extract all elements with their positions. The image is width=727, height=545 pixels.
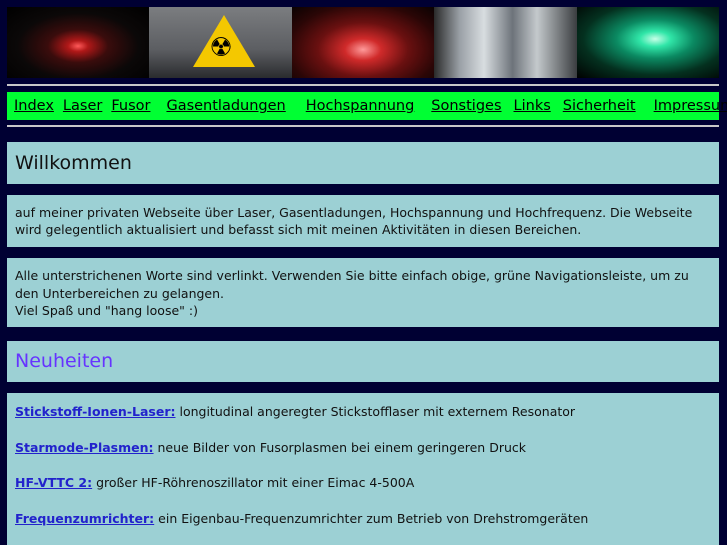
- news-link[interactable]: HF-VTTC 2:: [15, 475, 92, 490]
- news-description: neue Bilder von Fusorplasmen bei einem g…: [153, 439, 527, 455]
- news-description: ein Eigenbau-Frequenzumrichter zum Betri…: [154, 510, 589, 526]
- news-item: HF-VTTC 2: großer HF-Röhrenoszillator mi…: [15, 474, 711, 510]
- vacuum-chamber-image: [434, 7, 577, 78]
- nav-impressum[interactable]: Impressum: [654, 98, 727, 114]
- nav-laser[interactable]: Laser: [63, 98, 102, 114]
- news-description: großer HF-Röhrenoszillator mit einer Eim…: [92, 475, 415, 490]
- nav-fusor[interactable]: Fusor: [111, 98, 150, 114]
- navigation-area: Index Laser Fusor Gasentladungen Hochspa…: [7, 84, 727, 127]
- laser-image: [7, 7, 150, 78]
- nav-gasentladungen[interactable]: Gasentladungen: [166, 98, 285, 114]
- welcome-intro-text: auf meiner privaten Webseite über Laser,…: [15, 205, 693, 237]
- nav-hochspannung[interactable]: Hochspannung: [306, 98, 415, 114]
- news-item: Frequenzumrichter: ein Eigenbau-Frequenz…: [15, 510, 711, 545]
- navigation-bar: Index Laser Fusor Gasentladungen Hochspa…: [7, 92, 727, 120]
- closing-text: Viel Spaß und "hang loose" :): [15, 303, 198, 318]
- news-item: Stickstoff-Ionen-Laser: longitudinal ang…: [15, 403, 711, 439]
- news-list: Stickstoff-Ionen-Laser: longitudinal ang…: [7, 393, 719, 545]
- info-box: Alle unterstrichenen Worte sind verlinkt…: [7, 258, 719, 327]
- welcome-title: Willkommen: [15, 152, 132, 174]
- plasma-image: [291, 7, 435, 78]
- nav-sonstiges[interactable]: Sonstiges: [431, 98, 501, 114]
- header-banner: ☢: [7, 7, 720, 78]
- nav-sicherheit[interactable]: Sicherheit: [563, 98, 636, 114]
- news-title-box: Neuheiten: [7, 341, 719, 382]
- divider: [7, 125, 719, 127]
- news-description: longitudinal angeregter Stickstofflaser …: [175, 404, 576, 419]
- news-link[interactable]: Stickstoff-Ionen-Laser:: [15, 404, 176, 419]
- radiation-warning-image: ☢: [149, 7, 292, 78]
- news-link[interactable]: Frequenzumrichter:: [15, 511, 154, 526]
- welcome-intro-box: auf meiner privaten Webseite über Laser,…: [7, 195, 719, 247]
- news-link[interactable]: Starmode-Plasmen:: [15, 440, 154, 455]
- gas-discharge-tube-image: [576, 7, 720, 78]
- news-item: Starmode-Plasmen: neue Bilder von Fusorp…: [15, 439, 711, 475]
- info-text: Alle unterstrichenen Worte sind verlinkt…: [15, 268, 689, 301]
- welcome-title-box: Willkommen: [7, 142, 719, 184]
- nav-index[interactable]: Index: [14, 98, 54, 114]
- divider: [7, 84, 719, 86]
- news-title: Neuheiten: [15, 350, 114, 372]
- nav-links[interactable]: Links: [514, 98, 551, 114]
